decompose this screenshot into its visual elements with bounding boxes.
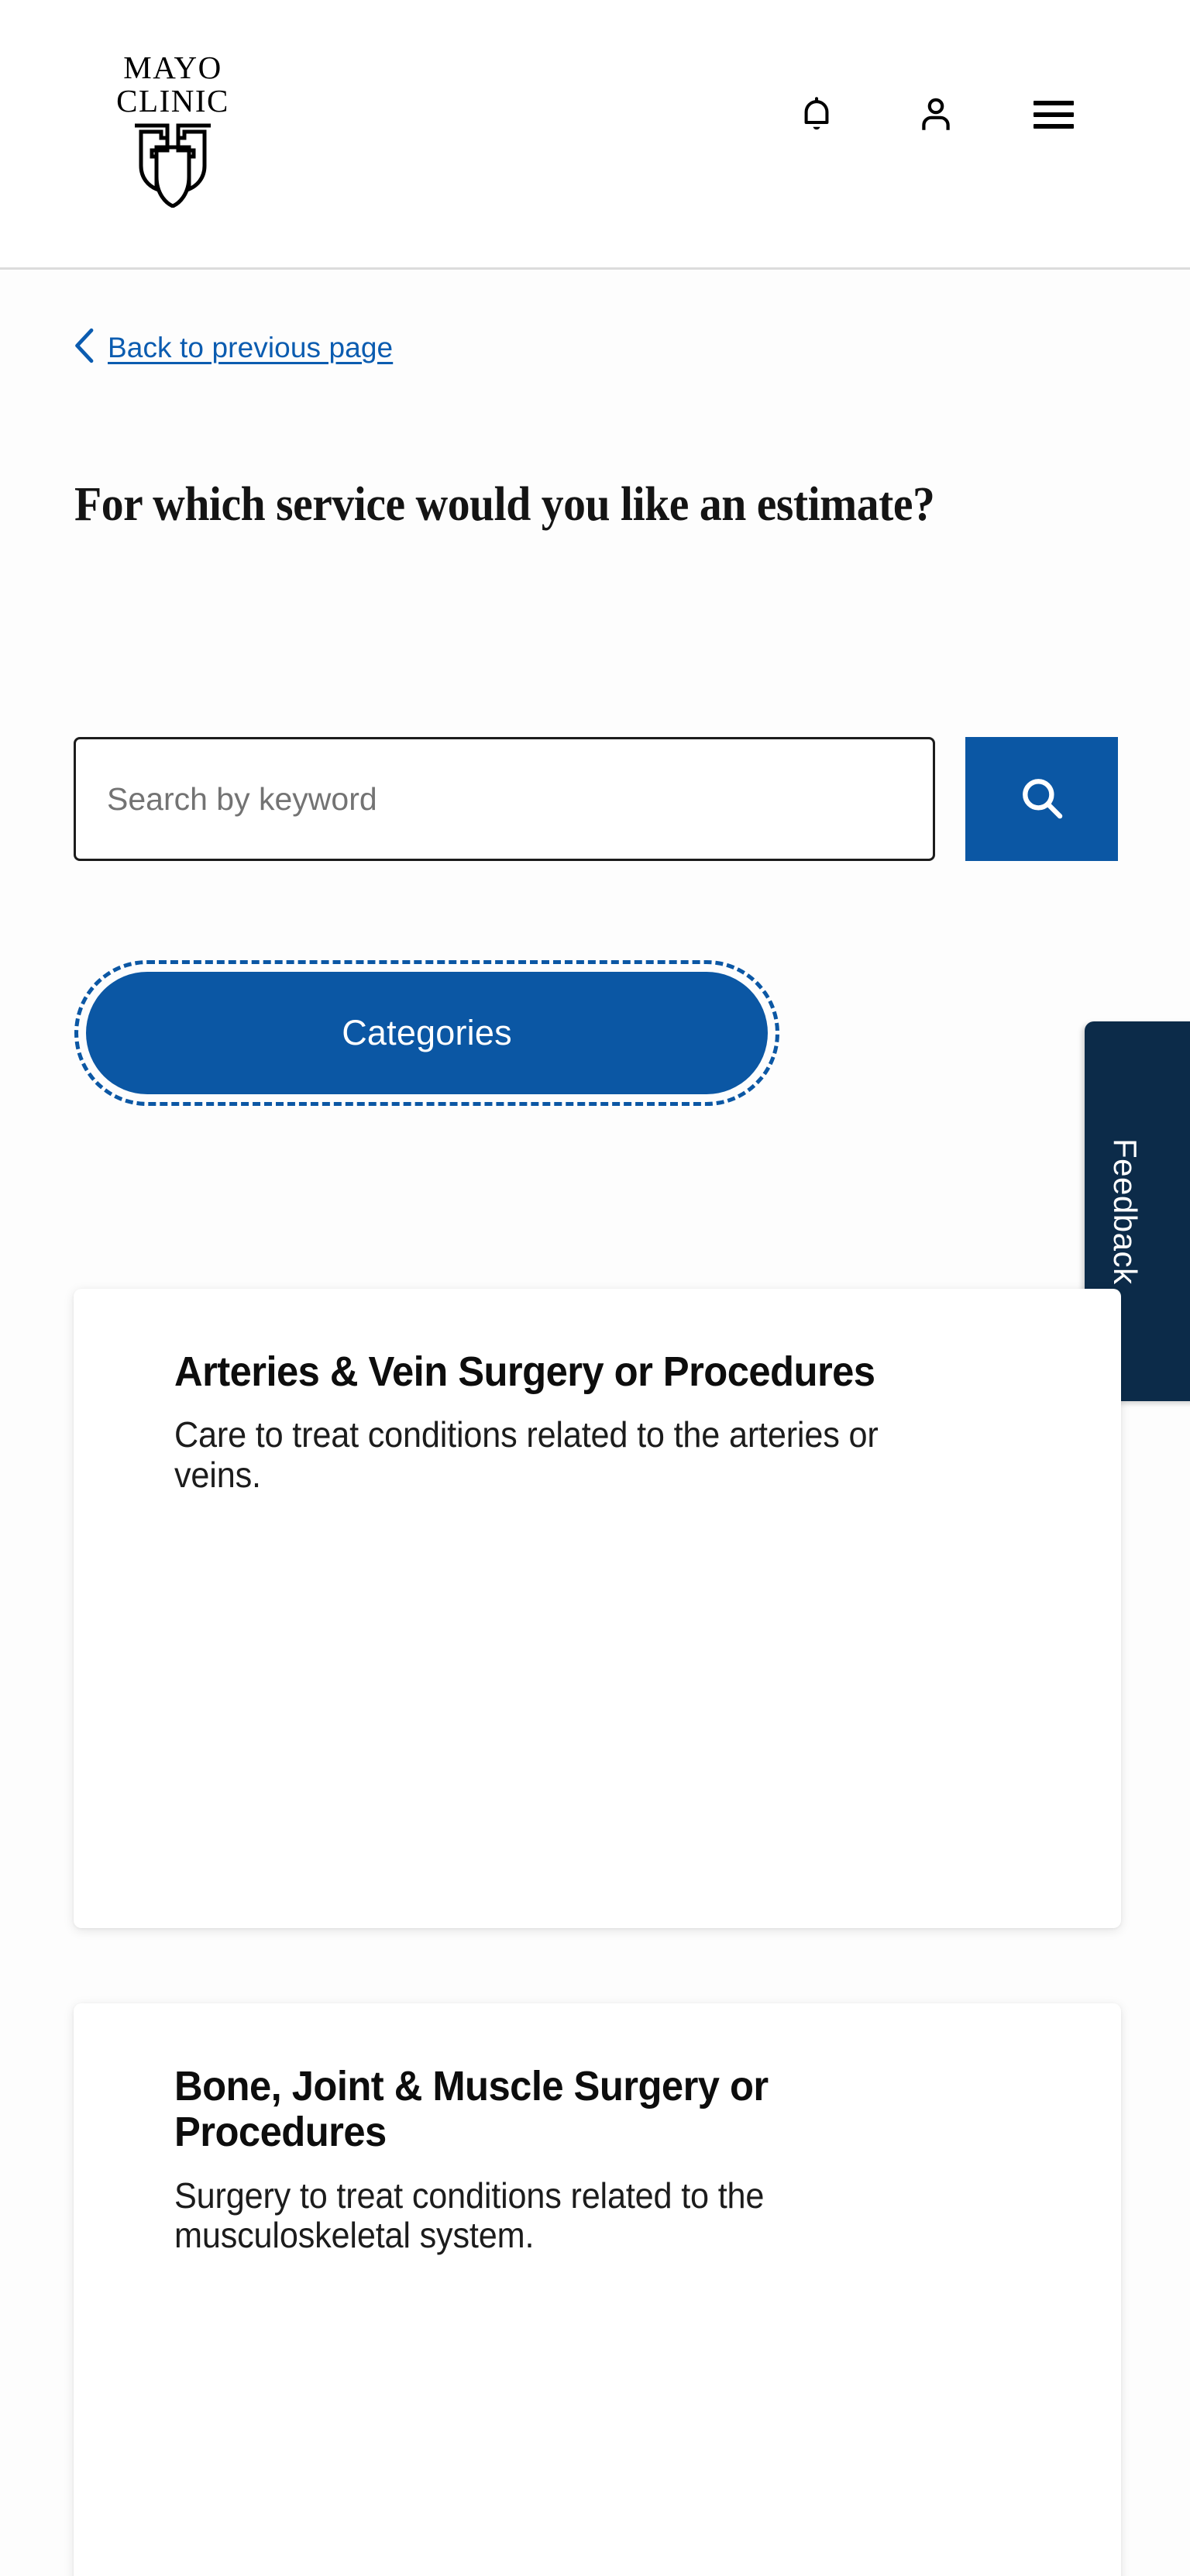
search-magnifier-icon: [1016, 773, 1068, 826]
search-submit-button[interactable]: [965, 737, 1118, 861]
logo-text-clinic: CLINIC: [116, 84, 229, 118]
feedback-tab-label: Feedback: [1106, 1138, 1144, 1284]
site-header: MAYO CLINIC: [0, 0, 1190, 270]
card-title: Bone, Joint & Muscle Surgery or Procedur…: [174, 2064, 969, 2156]
search-input[interactable]: [74, 737, 935, 861]
mayo-shield-icon: [132, 122, 214, 212]
menu-hamburger-icon[interactable]: [1034, 101, 1074, 129]
header-icon-group: [795, 91, 1074, 138]
chevron-left-icon: [74, 328, 95, 367]
back-link-label: Back to previous page: [108, 332, 393, 364]
card-description: Care to treat conditions related to the …: [174, 1415, 969, 1495]
service-category-list: Arteries & Vein Surgery or Procedures Ca…: [74, 1289, 1121, 2576]
page-root: MAYO CLINIC: [0, 0, 1190, 2576]
mayo-clinic-logo[interactable]: MAYO CLINIC: [99, 51, 246, 198]
categories-button[interactable]: Categories: [86, 972, 768, 1094]
page-title: For which service would you like an esti…: [74, 474, 982, 535]
logo-text-mayo: MAYO: [123, 51, 222, 84]
categories-filter-wrap: Categories: [74, 960, 779, 1106]
card-description: Surgery to treat conditions related to t…: [174, 2176, 969, 2256]
account-person-icon[interactable]: [914, 91, 958, 138]
search-row: [74, 737, 1118, 861]
notifications-bell-icon[interactable]: [795, 91, 838, 138]
back-to-previous-page-link[interactable]: Back to previous page: [74, 328, 393, 367]
card-title: Arteries & Vein Surgery or Procedures: [174, 1349, 969, 1395]
service-category-card[interactable]: Bone, Joint & Muscle Surgery or Procedur…: [74, 2003, 1121, 2576]
service-category-card[interactable]: Arteries & Vein Surgery or Procedures Ca…: [74, 1289, 1121, 1928]
